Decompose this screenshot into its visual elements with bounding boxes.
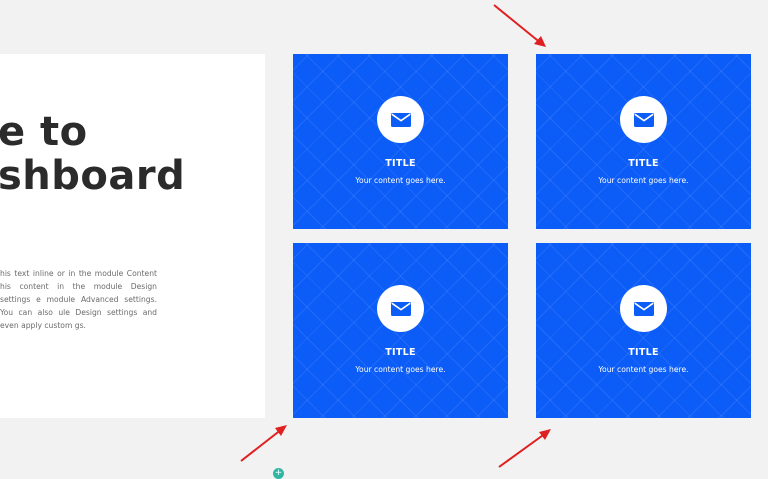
card-content: Your content goes here. <box>598 176 689 185</box>
heading-line-2: shboard <box>0 153 186 199</box>
envelope-icon <box>390 301 411 316</box>
icon-circle <box>377 285 424 332</box>
card-content: Your content goes here. <box>598 365 689 374</box>
icon-circle <box>620 96 667 143</box>
envelope-icon <box>390 112 411 127</box>
card-title: TITLE <box>628 158 659 169</box>
envelope-icon <box>633 112 654 127</box>
card-content: Your content goes here. <box>355 176 446 185</box>
blurb-card-4[interactable]: TITLE Your content goes here. <box>536 243 751 418</box>
add-module-button[interactable]: + <box>273 468 284 479</box>
card-title: TITLE <box>385 158 416 169</box>
card-title: TITLE <box>385 347 416 358</box>
blurb-card-1[interactable]: TITLE Your content goes here. <box>293 54 508 229</box>
body-text: his text inline or in the module Content… <box>0 269 157 330</box>
icon-circle <box>377 96 424 143</box>
text-module: e to shboard his text inline or in the mo… <box>0 54 265 418</box>
card-title: TITLE <box>628 347 659 358</box>
annotation-arrow-bottom-left <box>240 425 287 462</box>
card-content: Your content goes here. <box>355 365 446 374</box>
annotation-arrow-bottom-right <box>498 429 551 468</box>
blurb-card-3[interactable]: TITLE Your content goes here. <box>293 243 508 418</box>
icon-circle <box>620 285 667 332</box>
heading: e to shboard <box>0 110 238 198</box>
blurb-card-2[interactable]: TITLE Your content goes here. <box>536 54 751 229</box>
envelope-icon <box>633 301 654 316</box>
annotation-arrow-top <box>493 4 546 47</box>
heading-line-1: e to <box>0 109 88 155</box>
